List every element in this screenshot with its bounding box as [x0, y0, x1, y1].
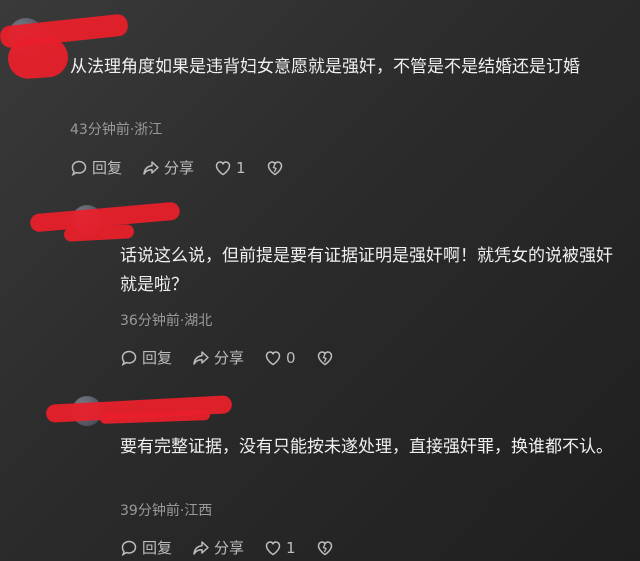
- reply-button[interactable]: 回复: [70, 157, 122, 178]
- dislike-button[interactable]: [266, 159, 288, 177]
- like-button[interactable]: 1: [214, 159, 246, 177]
- reply-label: 回复: [92, 159, 123, 177]
- comment-actions: 回复 分享 0: [120, 347, 358, 368]
- reply-label: 回复: [142, 539, 173, 557]
- comment-text: 要有完整证据，没有只能按未遂处理，直接强奸罪，换谁都不认。: [120, 437, 613, 457]
- heart-icon: [265, 350, 281, 365]
- username-redaction: [6, 35, 70, 81]
- comment-text: 话说这么说，但前提是要有证据证明是强奸啊！就凭女的说被强奸就是啦？: [120, 246, 613, 295]
- dislike-button[interactable]: [316, 349, 338, 367]
- dislike-heart-icon: [317, 540, 332, 555]
- like-count: 0: [286, 348, 296, 367]
- dislike-heart-icon: [267, 160, 282, 175]
- comment-text: 从法理角度如果是违背妇女意愿就是强奸，不管是不是结婚还是订婚: [70, 57, 580, 77]
- heart-icon: [265, 540, 281, 555]
- username-redaction: [63, 224, 135, 242]
- comment-actions: 回复 分享 1: [70, 157, 308, 178]
- like-count: 1: [286, 538, 296, 557]
- heart-icon: [215, 160, 231, 175]
- share-label: 分享: [214, 539, 245, 557]
- share-arrow-icon: [143, 160, 159, 175]
- share-button[interactable]: 分享: [192, 537, 244, 558]
- comment-actions: 回复 分享 1: [120, 537, 358, 558]
- like-count: 1: [236, 158, 246, 177]
- share-button[interactable]: 分享: [142, 157, 194, 178]
- comment-bubble-icon: [71, 160, 87, 176]
- share-label: 分享: [214, 349, 245, 367]
- share-label: 分享: [164, 159, 195, 177]
- comment-bubble-icon: [121, 540, 137, 556]
- dislike-button[interactable]: [316, 539, 338, 557]
- comment-meta: 43分钟前·浙江: [70, 122, 163, 138]
- like-button[interactable]: 0: [264, 349, 296, 367]
- share-arrow-icon: [193, 350, 209, 365]
- comment-meta: 36分钟前·湖北: [120, 313, 213, 329]
- share-button[interactable]: 分享: [192, 347, 244, 368]
- comment-meta: 39分钟前·江西: [120, 503, 213, 519]
- reply-button[interactable]: 回复: [120, 347, 172, 368]
- reply-button[interactable]: 回复: [120, 537, 172, 558]
- comment-bubble-icon: [121, 350, 137, 366]
- reply-label: 回复: [142, 349, 173, 367]
- dislike-heart-icon: [317, 350, 332, 365]
- like-button[interactable]: 1: [264, 539, 296, 557]
- share-arrow-icon: [193, 540, 209, 555]
